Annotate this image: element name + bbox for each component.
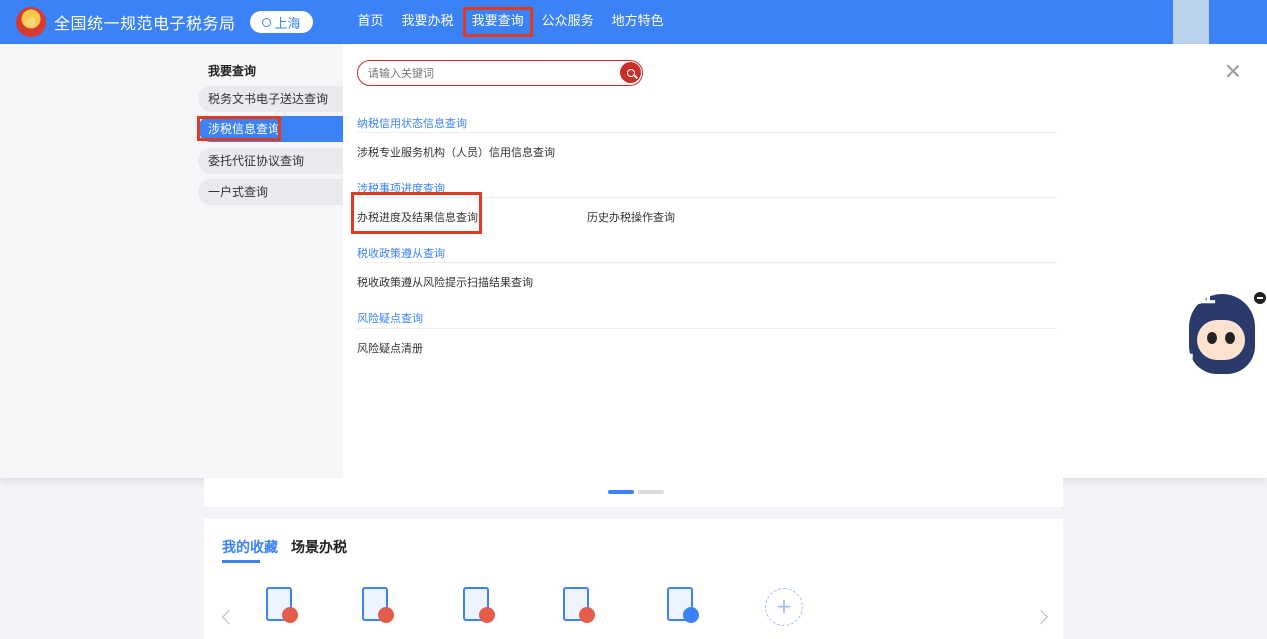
carousel-dot-active[interactable] <box>608 490 634 494</box>
query-sidebar: 我要查询 税务文书电子送达查询 涉税信息查询 委托代征协议查询 一户式查询 <box>0 44 343 478</box>
nav-query[interactable]: 我要查询 <box>462 7 533 37</box>
favorite-item-icon[interactable] <box>358 585 396 625</box>
favorite-item-icon[interactable] <box>262 585 300 625</box>
link-agency-credit-query[interactable]: 涉税专业服务机构（人员）信用信息查询 <box>357 144 555 160</box>
link-history-operation-query[interactable]: 历史办税操作查询 <box>587 209 675 225</box>
active-tab-indicator <box>222 560 260 563</box>
sidebar-item-doc-delivery[interactable]: 税务文书电子送达查询 <box>198 86 343 112</box>
nav-local-features[interactable]: 地方特色 <box>603 7 673 37</box>
divider <box>357 328 1057 329</box>
section-title-policy: 税收政策遵从查询 <box>357 247 445 260</box>
minimize-mascot-icon[interactable] <box>1254 292 1266 304</box>
section-title-credit: 纳税信用状态信息查询 <box>357 117 467 130</box>
nav-public-service[interactable]: 公众服务 <box>533 7 603 37</box>
add-favorite-button[interactable]: + <box>765 588 803 626</box>
top-navigation-bar: 全国统一规范电子税务局 上海 首页 我要办税 我要查询 公众服务 地方特色 <box>0 0 1105 44</box>
search-input[interactable] <box>368 66 608 80</box>
carousel-dot[interactable] <box>638 490 664 494</box>
divider <box>357 262 1057 263</box>
highlight-box-progress <box>351 192 482 234</box>
search-button[interactable] <box>620 62 641 83</box>
search-icon <box>626 68 635 77</box>
tab-my-favorites[interactable]: 我的收藏 <box>222 537 278 557</box>
divider <box>357 132 1057 133</box>
region-selector[interactable]: 上海 <box>249 11 313 33</box>
search-bar <box>357 60 643 86</box>
tax-interaction-mascot[interactable]: 征 纳 互 动 <box>1157 282 1257 382</box>
nav-handle-tax[interactable]: 我要办税 <box>393 7 463 37</box>
mascot-face <box>1197 320 1245 360</box>
carousel-dots <box>608 490 664 494</box>
main-nav: 首页 我要办税 我要查询 公众服务 地方特色 <box>349 0 673 44</box>
favorite-item-icon[interactable] <box>559 585 597 625</box>
favorite-item-icon[interactable] <box>663 585 701 625</box>
sidebar-item-agency-agreement[interactable]: 委托代征协议查询 <box>198 148 343 174</box>
header-right-strip <box>1105 0 1267 48</box>
close-icon[interactable] <box>1226 64 1240 78</box>
location-pin-icon <box>261 17 271 27</box>
region-label: 上海 <box>274 16 301 32</box>
link-risk-list[interactable]: 风险疑点清册 <box>357 340 423 356</box>
section-title-risk: 风险疑点查询 <box>357 312 423 325</box>
highlight-box-sidebar <box>197 116 281 141</box>
sidebar-title: 我要查询 <box>208 64 257 78</box>
favorite-item-icon[interactable] <box>459 585 497 625</box>
nav-home[interactable]: 首页 <box>349 7 393 37</box>
tax-emblem-logo[interactable] <box>16 7 46 37</box>
query-dropdown-panel: 我要查询 税务文书电子送达查询 涉税信息查询 委托代征协议查询 一户式查询 纳税… <box>0 44 1267 478</box>
site-title[interactable]: 全国统一规范电子税务局 <box>54 10 236 34</box>
sidebar-item-one-household[interactable]: 一户式查询 <box>198 179 343 205</box>
link-policy-risk-scan[interactable]: 税收政策遵从风险提示扫描结果查询 <box>357 274 533 290</box>
tab-scenario-tax[interactable]: 场景办税 <box>291 537 347 557</box>
